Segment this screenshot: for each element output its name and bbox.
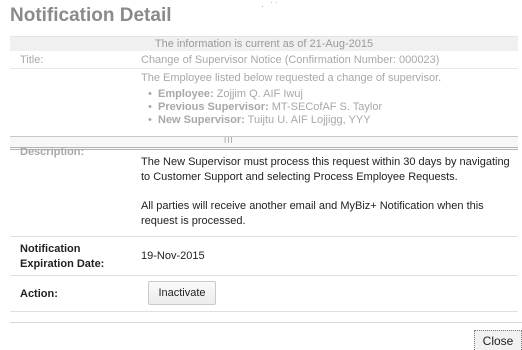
action-label: Action: xyxy=(20,288,58,300)
bullet-label: New Supervisor: xyxy=(158,114,245,126)
close-button[interactable]: Close xyxy=(474,330,522,350)
bullet-employee: • Employee: Zojjim Q. AIF Iwuj xyxy=(148,88,382,101)
bullet-label: Employee: xyxy=(158,88,214,100)
description-body: The New Supervisor must process this req… xyxy=(141,155,519,243)
title-divider xyxy=(10,68,518,69)
row-divider xyxy=(10,311,518,312)
bullet-value: Tuijtu U. AIF Lojjigg, YYY xyxy=(247,114,371,126)
description-bullets: • Employee: Zojjim Q. AIF Iwuj • Previous … xyxy=(148,88,382,127)
expiration-label: Notification Expiration Date: xyxy=(20,243,105,270)
description-intro: The Employee listed below requested a ch… xyxy=(141,72,442,84)
description-paragraph: All parties will receive another email a… xyxy=(141,200,484,227)
bullet-value: Zojjim Q. AIF Iwuj xyxy=(216,88,303,100)
bullet-dot: • xyxy=(148,114,152,126)
description-paragraph: The New Supervisor must process this req… xyxy=(141,156,510,183)
bullet-label: Previous Supervisor: xyxy=(158,101,269,113)
title-value: Change of Supervisor Notice (Confirmatio… xyxy=(141,54,440,66)
expiration-value: 19-Nov-2015 xyxy=(141,250,205,262)
inactivate-button[interactable]: Inactivate xyxy=(148,281,216,305)
bullet-new-supervisor: • New Supervisor: Tuijtu U. AIF Lojjigg, … xyxy=(148,114,382,127)
dialog-title: Notification Detail xyxy=(10,5,172,26)
title-label: Title: xyxy=(20,54,44,66)
grip-icon[interactable]: III xyxy=(224,136,234,145)
row-divider xyxy=(10,236,518,237)
info-line: The information is current as of 21-Aug-… xyxy=(10,36,518,51)
bullet-value: MT-SECofAF S. Taylor xyxy=(271,101,383,113)
title-mark: · ˙˙ xyxy=(261,1,281,11)
row-divider xyxy=(10,275,518,276)
bullet-previous-supervisor: • Previous Supervisor: MT-SECofAF S. Tayl… xyxy=(148,101,382,114)
description-label: Description: xyxy=(20,146,85,158)
resize-splitter[interactable]: III xyxy=(10,136,518,150)
bullet-dot: • xyxy=(148,88,152,100)
bullet-dot: • xyxy=(148,101,152,113)
footer-divider xyxy=(10,322,522,323)
